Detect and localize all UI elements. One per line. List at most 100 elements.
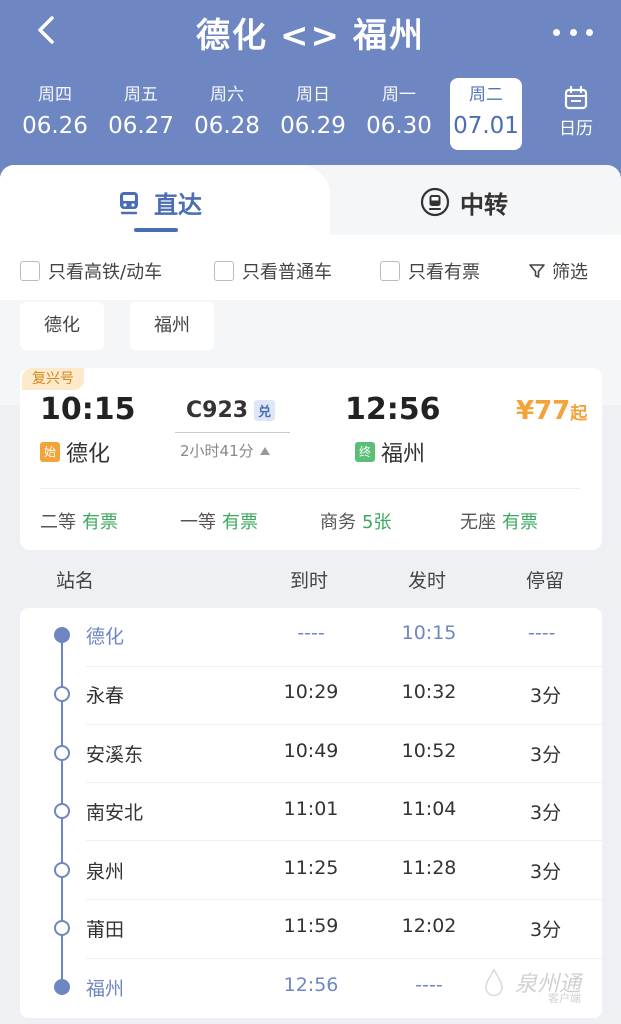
date-weekday: 周六 [210, 85, 244, 105]
date-item[interactable]: 周六 06.28 [184, 78, 270, 150]
col-stay: 停留 [526, 570, 565, 592]
filter-regular-label: 只看普通车 [242, 262, 332, 283]
stop-name: 莆田 [86, 919, 125, 941]
dot-icon [569, 28, 577, 36]
route-origin: 德化 [196, 16, 268, 56]
col-arrive: 到时 [290, 570, 329, 592]
stop-dot [54, 745, 70, 761]
stop-depart: 10:15 [401, 622, 457, 644]
stop-stay: 3分 [530, 744, 562, 766]
to-station: 福州 [381, 442, 426, 467]
stop-arrive: 11:25 [283, 857, 339, 879]
departure-time: 10:15 [40, 392, 136, 427]
filter-available[interactable]: 只看有票 [380, 258, 480, 284]
more-options-button[interactable] [553, 22, 593, 42]
seat-status: 5张 [362, 512, 392, 533]
tab-direct[interactable]: 直达 [114, 180, 202, 224]
date-value: 07.01 [453, 113, 519, 139]
stop-arrive: 11:59 [283, 915, 339, 937]
filter-high-speed-label: 只看高铁/动车 [48, 262, 163, 283]
tab-indicator [134, 228, 178, 232]
stop-arrive: ---- [297, 622, 325, 644]
route-destination: 福州 [352, 16, 425, 56]
stop-dot [54, 862, 70, 878]
stop-name: 福州 [86, 978, 125, 1000]
filter-high-speed[interactable]: 只看高铁/动车 [20, 258, 162, 284]
station-chip-origin[interactable]: 德化 [20, 302, 104, 350]
price: ¥77起 [516, 396, 587, 426]
dot-icon [586, 28, 593, 36]
calendar-button[interactable]: 日历 [553, 84, 599, 139]
exchange-badge: 兑 [254, 400, 276, 421]
funnel-icon [529, 264, 545, 278]
seat-class: 商务 [320, 512, 356, 533]
stop-depart: 11:04 [401, 798, 457, 820]
stop-name: 南安北 [86, 802, 144, 824]
seat-first-class: 一等 有票 [180, 508, 258, 534]
stop-dot [54, 979, 70, 995]
filter-regular[interactable]: 只看普通车 [214, 258, 332, 284]
stop-name: 永春 [86, 685, 125, 707]
stop-row: 永春 10:29 10:32 3分 [0, 681, 621, 739]
filter-screen-button[interactable]: 筛选 [528, 258, 588, 284]
seat-status: 有票 [502, 512, 538, 533]
transfer-train-icon [420, 187, 450, 217]
date-item[interactable]: 周日 06.29 [270, 78, 356, 150]
checkbox[interactable] [20, 261, 40, 281]
train-icon [120, 192, 138, 215]
train-type-badge: 复兴号 [22, 368, 84, 390]
duration-toggle[interactable]: 2小时41分 [180, 440, 270, 461]
stop-stay: 3分 [530, 802, 562, 824]
divider [40, 488, 580, 489]
stop-arrive: 12:56 [283, 974, 339, 996]
stop-stay: 3分 [530, 919, 562, 941]
date-value: 06.29 [280, 113, 346, 139]
checkbox[interactable] [380, 261, 400, 281]
stop-name: 德化 [86, 626, 125, 648]
date-weekday: 周日 [296, 85, 330, 105]
stop-row: 德化 ---- 10:15 ---- [0, 622, 621, 680]
stop-depart: ---- [415, 974, 443, 996]
stop-depart: 10:32 [401, 681, 457, 703]
seat-class: 无座 [460, 512, 496, 533]
divider [86, 724, 602, 725]
date-item[interactable]: 周五 06.27 [98, 78, 184, 150]
stop-row: 泉州 11:25 11:28 3分 [0, 857, 621, 915]
seat-second-class: 二等 有票 [40, 508, 118, 534]
price-suffix: 起 [570, 404, 588, 424]
stop-depart: 10:52 [401, 740, 457, 762]
tab-transfer-label: 中转 [460, 190, 508, 219]
filter-available-label: 只看有票 [408, 262, 480, 283]
divider [86, 958, 602, 959]
tab-transfer[interactable]: 中转 [420, 180, 508, 224]
seat-no-seat: 无座 有票 [460, 508, 538, 534]
from-station: 德化 [66, 442, 111, 467]
arrival-time: 12:56 [345, 392, 441, 427]
duration: 2小时41分 [180, 442, 254, 460]
date-selector: 周四 06.26 周五 06.27 周六 06.28 周日 06.29 周一 0… [12, 78, 537, 150]
seat-business: 商务 5张 [320, 508, 391, 534]
stop-name: 安溪东 [86, 744, 144, 766]
stop-depart: 12:02 [401, 915, 457, 937]
route-line [175, 432, 290, 433]
stop-depart: 11:28 [401, 857, 457, 879]
route-separator: <> [280, 16, 341, 56]
date-item[interactable]: 周四 06.26 [12, 78, 98, 150]
seat-status: 有票 [82, 512, 118, 533]
seat-class: 一等 [180, 512, 216, 533]
station-chip-destination[interactable]: 福州 [130, 302, 214, 350]
divider [86, 782, 602, 783]
date-weekday: 周五 [124, 85, 158, 105]
date-item-selected[interactable]: 周二 07.01 [450, 78, 522, 150]
col-station: 站名 [56, 570, 95, 592]
stops-header: 站名 到时 发时 停留 [0, 562, 621, 602]
stop-arrive: 10:49 [283, 740, 339, 762]
watermark-logo: 泉州通 客户端 [483, 960, 603, 1008]
tab-direct-label: 直达 [154, 190, 202, 219]
date-item[interactable]: 周一 06.30 [356, 78, 442, 150]
divider [86, 666, 602, 667]
checkbox[interactable] [214, 261, 234, 281]
stop-dot [54, 627, 70, 643]
start-tag: 始 [40, 442, 60, 462]
date-value: 06.26 [22, 113, 88, 139]
